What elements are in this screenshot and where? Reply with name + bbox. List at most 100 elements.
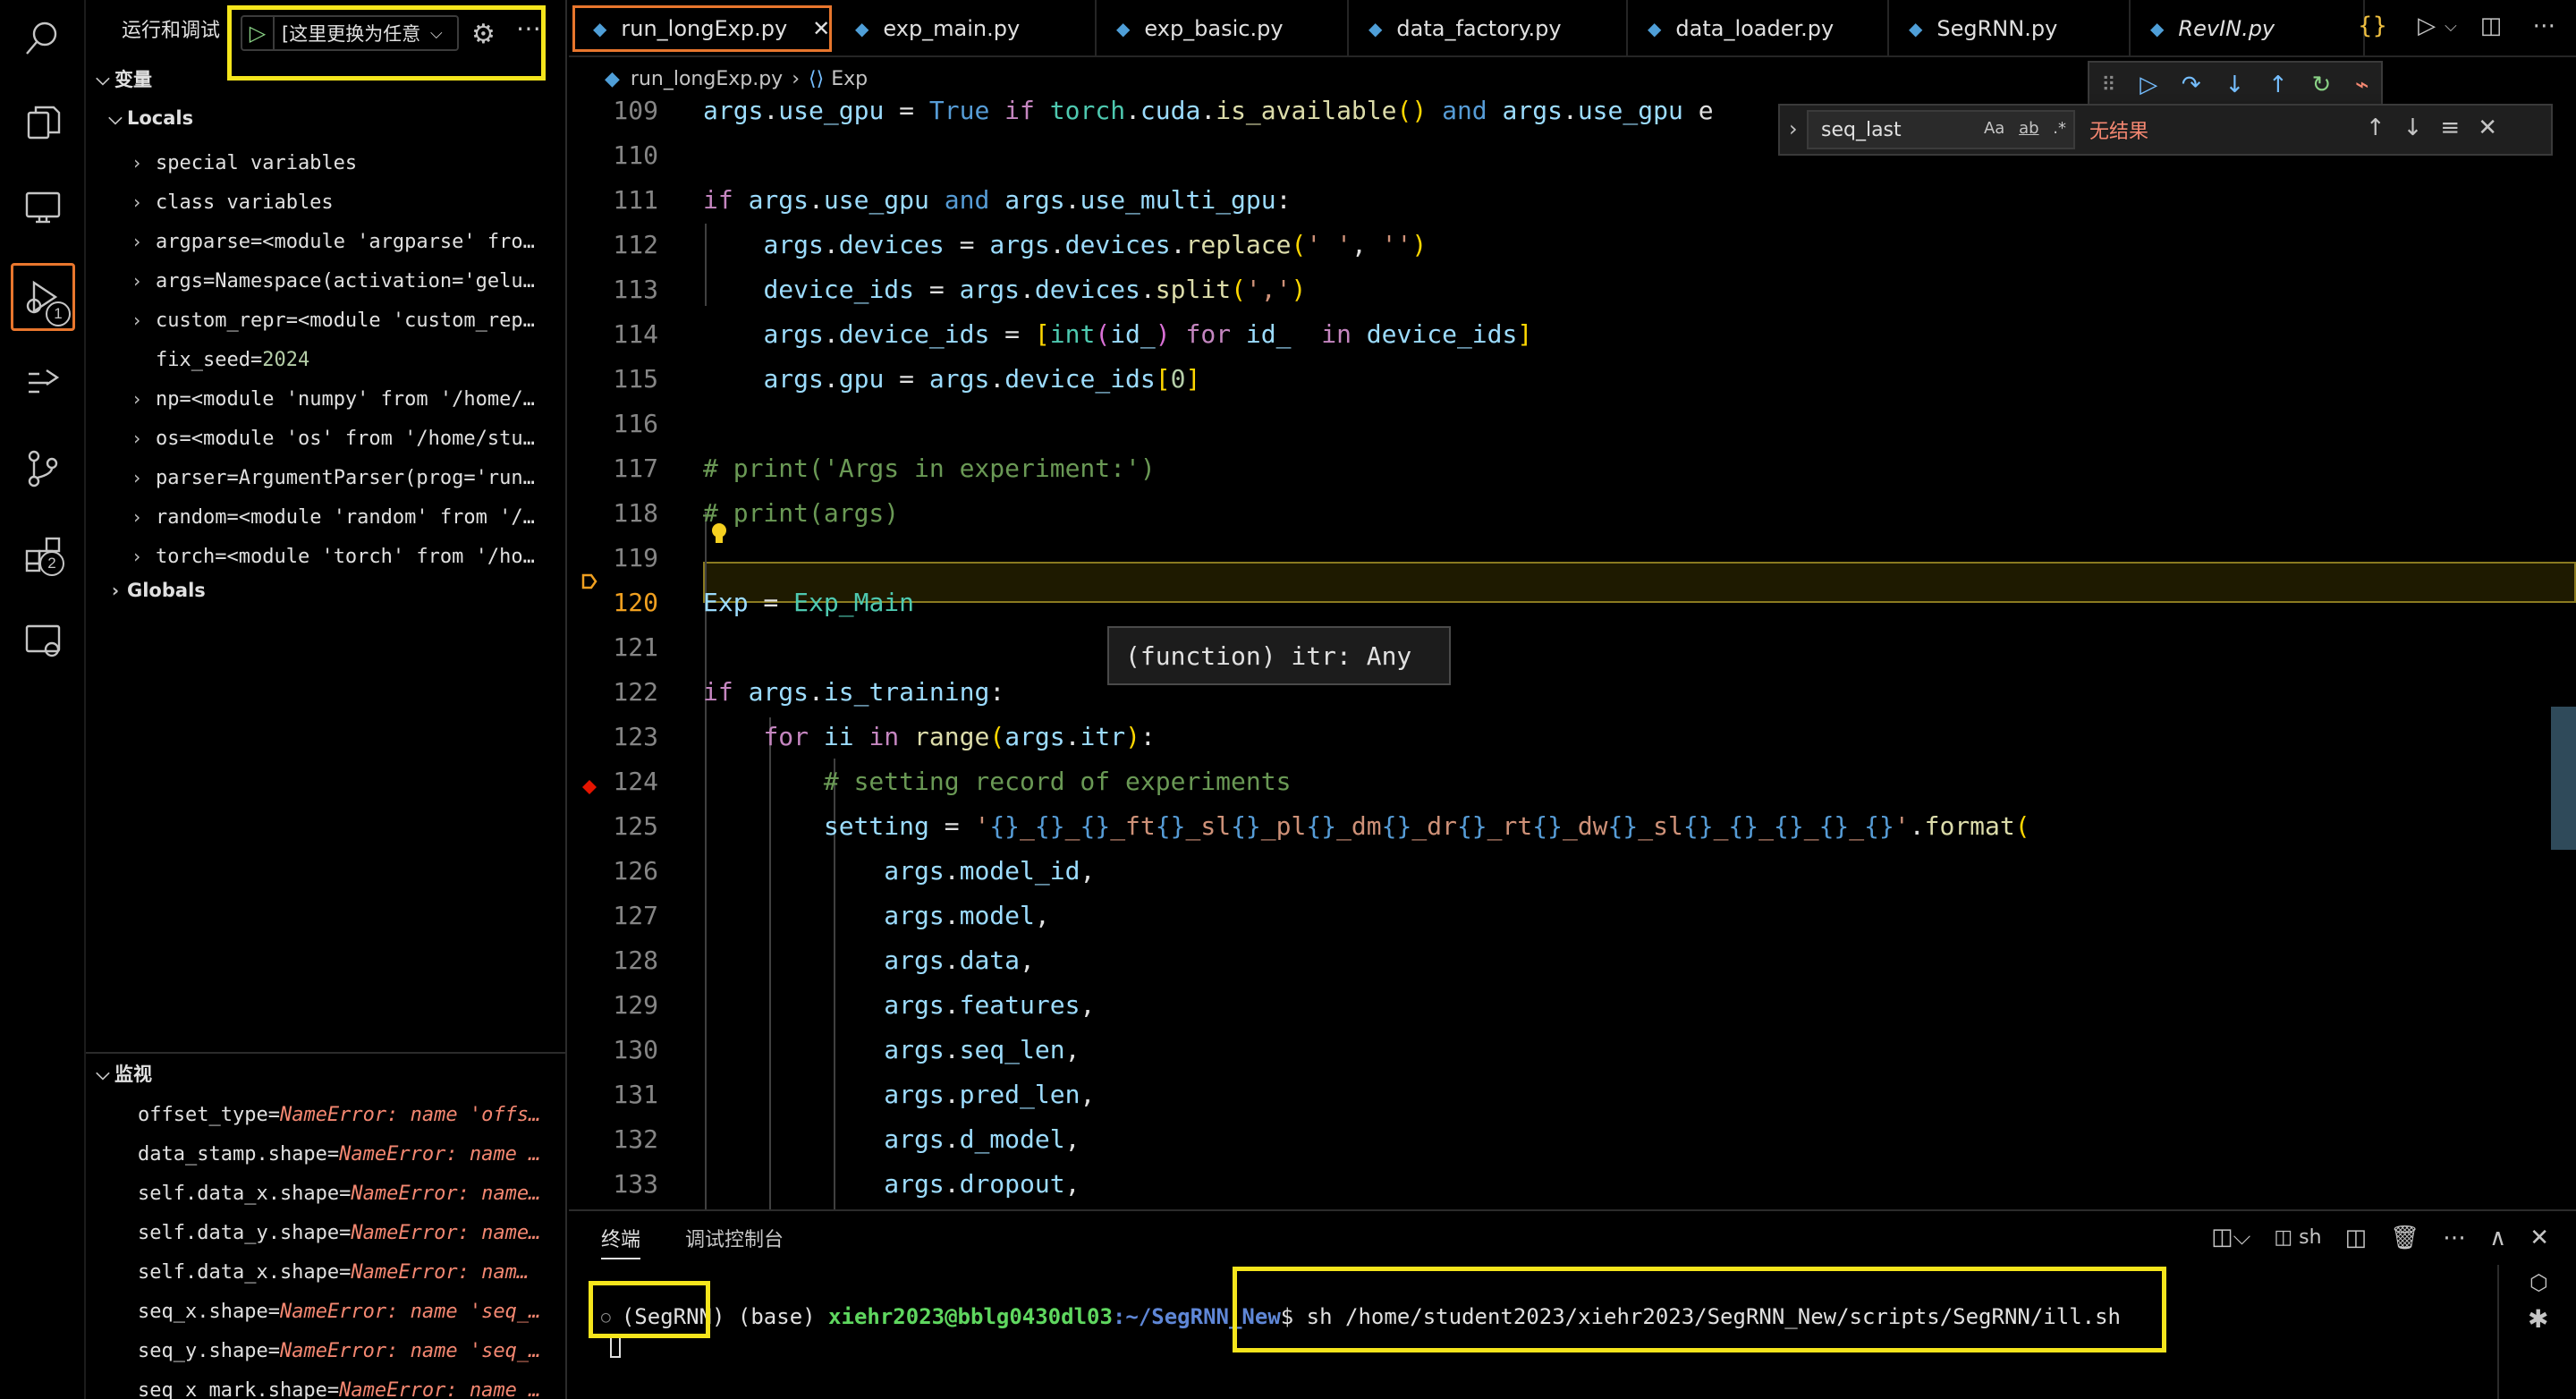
code-line[interactable]: 120 Exp = Exp_Main <box>569 581 2576 623</box>
more-icon[interactable]: ⋯ <box>2532 13 2555 39</box>
remote-explorer-icon[interactable] <box>20 184 66 231</box>
tab-segrnn[interactable]: ◆ SegRNN.py <box>1891 0 2131 57</box>
code-line[interactable]: 113 device_ids = args.devices.split(',') <box>569 268 2576 309</box>
run-debug-icon[interactable]: 1 <box>11 263 75 331</box>
watch-row[interactable]: self.data_y.shape = NameError: name… <box>86 1213 564 1252</box>
tab-exp-basic[interactable]: ◆ exp_basic.py <box>1098 0 1349 57</box>
code-line[interactable]: 133 args.dropout, <box>569 1163 2576 1204</box>
restart-icon[interactable]: ↻ <box>2311 72 2331 98</box>
tab-run-longexp[interactable]: ◆ run_longExp.py ✕ <box>572 5 832 52</box>
variable-row[interactable]: › os = <module 'os' from '/home/stu… <box>86 419 564 458</box>
watch-row[interactable]: self.data_x.shape = NameError: nam… <box>86 1252 564 1292</box>
split-editor-icon[interactable]: ◫ <box>2480 13 2503 39</box>
watch-row[interactable]: data_stamp.shape = NameError: name … <box>86 1134 564 1174</box>
trash-icon[interactable]: 🗑 <box>2390 1225 2419 1251</box>
search-icon[interactable] <box>20 14 66 61</box>
split-terminal-icon[interactable]: ◫ <box>2345 1225 2368 1251</box>
debug-bug-icon[interactable]: ✱ <box>2528 1304 2548 1334</box>
testing-icon[interactable] <box>20 360 66 406</box>
chevron-down-icon[interactable]: ⌵ <box>427 24 443 43</box>
start-debug-icon[interactable]: ▷ <box>242 17 275 49</box>
breakpoint-icon[interactable] <box>581 779 597 795</box>
globals-header[interactable]: › Globals <box>104 572 206 608</box>
terminal-cube-icon[interactable]: ⬡ <box>2529 1270 2548 1295</box>
code-line[interactable]: 119 <box>569 537 2576 578</box>
tab-data-factory[interactable]: ◆ data_factory.py <box>1351 0 1628 57</box>
code-line[interactable]: 116 <box>569 403 2576 444</box>
variable-row[interactable]: › special variables <box>86 143 564 182</box>
variable-row[interactable]: › args = Namespace(activation='gelu… <box>86 261 564 301</box>
code-line[interactable]: 118 # print(args) <box>569 492 2576 533</box>
braces-icon[interactable]: {} <box>2358 13 2387 39</box>
previous-match-icon[interactable]: ↑ <box>2366 114 2403 141</box>
maximize-panel-icon[interactable]: ∧ <box>2489 1225 2506 1251</box>
code-line[interactable]: 121 <box>569 626 2576 667</box>
tab-revin[interactable]: ◆ RevIN.py <box>2132 0 2365 57</box>
code-line[interactable]: 130 args.seq_len, <box>569 1029 2576 1070</box>
lightbulb-icon[interactable] <box>710 522 728 546</box>
more-icon[interactable]: ⋯ <box>2443 1225 2466 1251</box>
continue-icon[interactable]: ▷ <box>2140 72 2157 98</box>
step-over-icon[interactable]: ↷ <box>2182 72 2201 98</box>
tab-data-loader[interactable]: ◆ data_loader.py <box>1630 0 1889 57</box>
terminal-shell[interactable]: ◫ sh <box>2274 1226 2321 1249</box>
watch-section-header[interactable]: ⌵ 监视 <box>86 1056 152 1091</box>
find-in-selection-icon[interactable]: ≡ <box>2440 114 2478 141</box>
close-icon[interactable]: ✕ <box>2529 1225 2549 1251</box>
disconnect-icon[interactable]: ⌁ <box>2355 72 2369 98</box>
code-line[interactable]: 115 args.gpu = args.device_ids[0] <box>569 358 2576 399</box>
code-line[interactable]: 129 args.features, <box>569 984 2576 1025</box>
match-case-icon[interactable]: Aa <box>1984 119 2004 138</box>
variable-row[interactable]: › np = <module 'numpy' from '/home/… <box>86 379 564 419</box>
code-editor[interactable]: 109 args.use_gpu = True if torch.cuda.is_… <box>569 100 2576 1209</box>
watch-row[interactable]: seq_y.shape = NameError: name 'seq_… <box>86 1331 564 1370</box>
run-config-select[interactable]: ▷ [这里更换为任意 ⌵ <box>241 15 459 51</box>
variable-row[interactable]: › argparse = <module 'argparse' fro… <box>86 222 564 261</box>
next-match-icon[interactable]: ↓ <box>2403 114 2441 141</box>
code-line[interactable]: 124 # setting record of experiments <box>569 760 2576 801</box>
code-line[interactable]: 126 args.model_id, <box>569 850 2576 891</box>
locals-header[interactable]: ⌵ Locals <box>104 100 193 136</box>
chevron-down-icon[interactable]: ⌵ <box>2445 17 2457 36</box>
variable-row[interactable]: › random = <module 'random' from '/… <box>86 497 564 537</box>
whole-word-icon[interactable]: ab <box>2019 119 2038 138</box>
code-line[interactable]: 112 args.devices = args.devices.replace(… <box>569 224 2576 265</box>
variable-row[interactable]: › parser = ArgumentParser(prog='run… <box>86 458 564 497</box>
remote-window-icon[interactable] <box>20 617 66 664</box>
code-line[interactable]: 132 args.d_model, <box>569 1118 2576 1159</box>
more-icon[interactable]: ⋯ <box>516 13 541 43</box>
tab-exp-main[interactable]: ◆ exp_main.py <box>837 0 1097 57</box>
variable-row[interactable]: › custom_repr = <module 'custom_rep… <box>86 301 564 340</box>
breadcrumb-file[interactable]: run_longExp.py <box>631 68 783 90</box>
explorer-icon[interactable] <box>20 100 66 147</box>
code-line[interactable]: 131 args.pred_len, <box>569 1073 2576 1115</box>
variable-row[interactable]: › class variables <box>86 182 564 222</box>
new-terminal-icon[interactable]: ◫⌵ <box>2211 1224 2250 1251</box>
code-line[interactable]: 114 args.device_ids = [int(id_) for id_ … <box>569 313 2576 354</box>
tab-debug-console[interactable]: 调试控制台 <box>685 1224 784 1252</box>
code-line[interactable]: 127 args.model, <box>569 895 2576 936</box>
extensions-icon[interactable]: 2 <box>20 531 66 578</box>
code-line[interactable]: 125 setting = '{}_{}_{}_ft{}_sl{}_pl{}_d… <box>569 805 2576 846</box>
close-icon[interactable]: ✕ <box>812 16 830 41</box>
run-file-icon[interactable]: ▷ <box>2418 13 2436 39</box>
step-into-icon[interactable]: ↓ <box>2224 72 2244 98</box>
breadcrumb-symbol[interactable]: Exp <box>831 68 868 90</box>
find-input[interactable]: seq_last Aa ab .* <box>1807 110 2075 149</box>
scrollbar-thumb[interactable] <box>2551 707 2576 850</box>
drag-handle-icon[interactable]: ⠿ <box>2101 74 2115 97</box>
code-line[interactable]: 123 for ii in range(args.itr): <box>569 716 2576 757</box>
tab-terminal[interactable]: 终端 <box>601 1224 641 1259</box>
gear-icon[interactable]: ⚙ <box>471 19 496 50</box>
watch-row[interactable]: self.data_x.shape = NameError: name… <box>86 1174 564 1213</box>
watch-row[interactable]: seq_x.shape = NameError: name 'seq_… <box>86 1292 564 1331</box>
variables-section-header[interactable]: ⌵ 变量 <box>86 61 152 97</box>
regex-icon[interactable]: .* <box>2053 119 2066 138</box>
code-line[interactable]: 111 if args.use_gpu and args.use_multi_gp… <box>569 179 2576 220</box>
breakpoint-current-icon[interactable] <box>581 573 597 589</box>
close-icon[interactable]: ✕ <box>2478 114 2515 141</box>
chevron-right-icon[interactable]: › <box>1789 116 1798 141</box>
watch-row[interactable]: seq_x_mark.shape = NameError: name … <box>86 1370 564 1399</box>
step-out-icon[interactable]: ↑ <box>2268 72 2288 98</box>
variable-row[interactable]: › torch = <module 'torch' from '/ho… <box>86 537 564 576</box>
